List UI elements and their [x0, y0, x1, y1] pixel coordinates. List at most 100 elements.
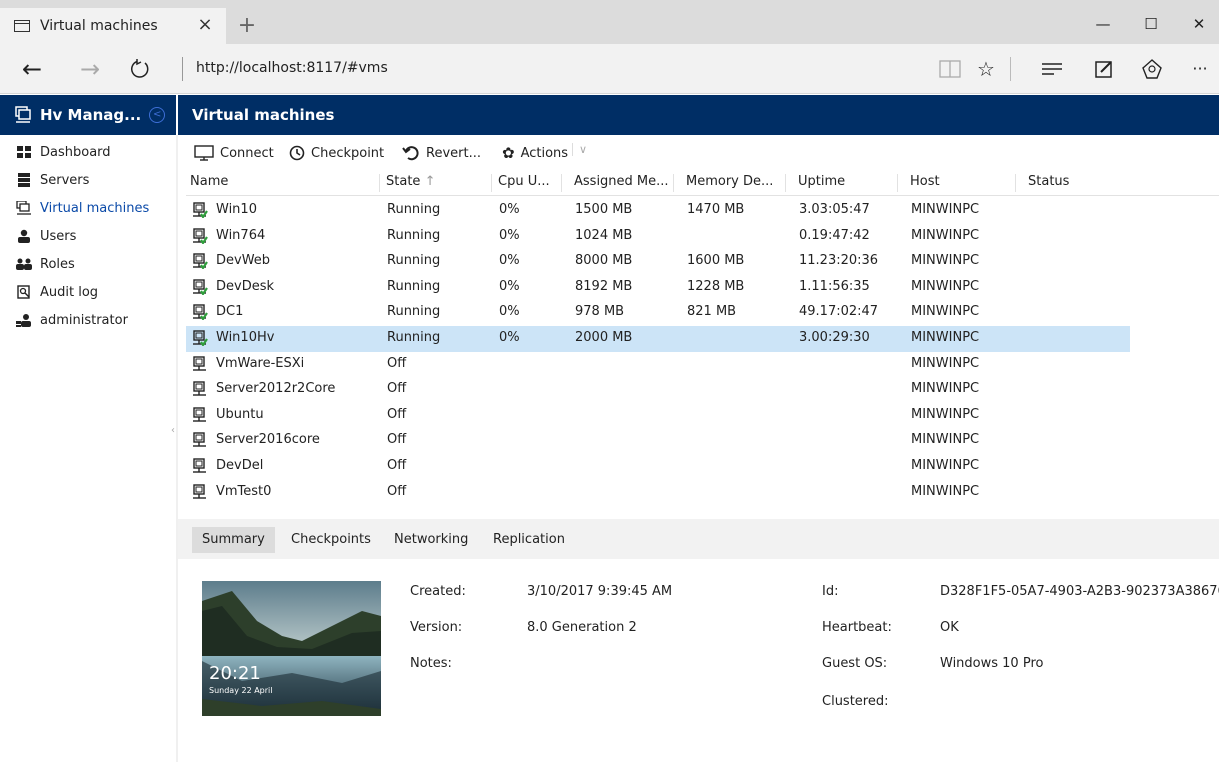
table-row[interactable]: Server2012r2Core Off MINWINPC — [186, 377, 1130, 403]
table-row[interactable]: DC1 Running 0% 978 MB 821 MB 49.17:02:47 MINWI… — [186, 300, 1130, 326]
page-title: Virtual machines — [192, 106, 335, 124]
share-icon[interactable] — [1138, 55, 1166, 83]
minimize-button[interactable]: — — [1088, 12, 1118, 36]
table-row[interactable]: Server2016core Off MINWINPC — [186, 428, 1130, 454]
sidebar-item-servers[interactable]: Servers — [16, 167, 176, 193]
vm-host: MINWINPC — [911, 458, 980, 473]
tab-checkpoints[interactable]: Checkpoints — [281, 527, 381, 553]
close-window-button[interactable]: ✕ — [1184, 12, 1214, 36]
tab-summary[interactable]: Summary — [192, 527, 275, 553]
detail-tab-bar: Summary Checkpoints Networking Replicati… — [178, 519, 1219, 559]
created-value: 3/10/2017 9:39:45 AM — [527, 584, 673, 599]
table-row[interactable]: Win10 Running 0% 1500 MB 1470 MB 3.03:05:47 MI… — [186, 198, 1130, 224]
tab-close-icon[interactable]: × — [194, 14, 216, 36]
vm-assigned-memory: 8192 MB — [575, 278, 633, 294]
sidebar-item-virtual-machines[interactable]: Virtual machines — [16, 195, 176, 221]
sidebar-item-dashboard[interactable]: Dashboard — [16, 139, 176, 165]
vm-state: Running — [387, 330, 441, 345]
sidebar-splitter[interactable] — [176, 135, 178, 762]
guest-os-label: Guest OS: — [822, 656, 888, 671]
clock-icon — [289, 145, 305, 161]
column-header-name[interactable]: Name — [190, 174, 380, 192]
maximize-button[interactable]: ☐ — [1136, 12, 1166, 36]
table-row[interactable]: Win764 Running 0% 1024 MB 0.19:47:42 MINWINPC — [186, 224, 1130, 250]
server-icon — [18, 173, 30, 187]
favorite-star-icon[interactable]: ☆ — [972, 55, 1000, 83]
table-row[interactable]: Ubuntu Off MINWINPC — [186, 403, 1130, 429]
admin-icon — [16, 314, 31, 327]
more-options-icon[interactable]: ··· — [1186, 55, 1214, 83]
column-header-status[interactable]: Status — [1028, 174, 1128, 192]
vm-host: MINWINPC — [911, 202, 980, 217]
checkpoint-button[interactable]: Checkpoint — [289, 143, 384, 163]
table-row[interactable]: DevWeb Running 0% 8000 MB 1600 MB 11.23:20:36… — [186, 249, 1130, 275]
vm-uptime: 3.03:05:47 — [799, 202, 870, 217]
table-row[interactable]: VmTest0 Off MINWINPC — [186, 480, 1130, 506]
revert-button[interactable]: Revert... — [402, 143, 481, 163]
column-header-host[interactable]: Host — [910, 174, 1016, 192]
web-note-icon[interactable] — [1090, 55, 1118, 83]
tab-networking[interactable]: Networking — [384, 527, 478, 553]
table-row[interactable]: Win10Hv Running 0% 2000 MB 3.00:29:30 MINWINP… — [186, 326, 1130, 352]
sidebar-item-roles[interactable]: Roles — [16, 251, 176, 277]
url-input[interactable]: http://localhost:8117/#vms — [196, 60, 388, 76]
table-row[interactable]: DevDel Off MINWINPC — [186, 454, 1130, 480]
sidebar-item-label: Dashboard — [40, 144, 111, 160]
vm-state: Off — [387, 483, 407, 499]
vm-host: MINWINPC — [911, 330, 980, 345]
tab-replication[interactable]: Replication — [483, 527, 575, 553]
app-header: Hv Manag... < — [0, 95, 176, 135]
vm-memory-demand: 1228 MB — [687, 278, 745, 294]
vm-icon — [16, 201, 31, 215]
revert-label: Revert... — [426, 145, 481, 161]
column-header-state[interactable]: State ↑ — [386, 174, 492, 192]
revert-icon — [402, 146, 419, 161]
vm-name: Server2016core — [216, 432, 320, 448]
vm-table-header: Name State ↑ Cpu U... Assigned Me... Mem… — [186, 170, 1219, 196]
sidebar-item-audit-log[interactable]: Audit log — [16, 279, 176, 305]
forward-arrow-icon[interactable]: → — [74, 54, 106, 84]
hub-icon[interactable] — [1038, 55, 1066, 83]
reading-view-icon[interactable] — [936, 55, 964, 83]
back-arrow-icon[interactable]: ← — [16, 54, 48, 84]
vm-off-icon — [193, 483, 206, 499]
vm-state: Running — [387, 227, 441, 243]
splitter-grip-icon[interactable]: ‹ — [171, 425, 175, 436]
vm-running-icon — [193, 253, 208, 270]
vm-host: MINWINPC — [911, 253, 980, 269]
vm-memory-demand: 821 MB — [687, 304, 737, 320]
vm-host: MINWINPC — [911, 355, 980, 371]
column-header-cpu[interactable]: Cpu U... — [498, 174, 562, 192]
heartbeat-value: OK — [940, 620, 959, 635]
column-header-memory-demand[interactable]: Memory De... — [686, 174, 786, 192]
vm-assigned-memory: 1500 MB — [575, 202, 633, 217]
browser-tab[interactable]: Virtual machines × — [0, 8, 226, 44]
sidebar-item-users[interactable]: Users — [16, 223, 176, 249]
table-row[interactable]: DevDesk Running 0% 8192 MB 1228 MB 1.11:56:35… — [186, 275, 1130, 301]
actions-button[interactable]: ✿ Actions — [502, 143, 568, 163]
browser-address-bar: ← → http://localhost:8117/#vms ☆ ··· — [0, 44, 1219, 94]
vm-state: Off — [387, 406, 407, 422]
vm-off-icon — [193, 381, 206, 396]
vm-host: MINWINPC — [911, 304, 980, 320]
vm-name: VmTest0 — [216, 483, 272, 499]
new-tab-icon[interactable]: + — [234, 14, 260, 40]
tab-title: Virtual machines — [40, 18, 158, 34]
connect-button[interactable]: Connect — [194, 143, 274, 163]
monitor-icon — [194, 145, 214, 161]
sidebar-item-administrator[interactable]: administrator — [16, 307, 176, 333]
actions-chevron-down-icon[interactable]: ∨ — [572, 143, 587, 156]
guest-os-value: Windows 10 Pro — [940, 656, 1044, 671]
vm-name: DC1 — [216, 304, 244, 320]
refresh-icon[interactable] — [124, 54, 156, 84]
table-row[interactable]: VmWare-ESXi Off MINWINPC — [186, 352, 1130, 378]
collapse-sidebar-icon[interactable]: < — [149, 107, 166, 123]
column-header-uptime[interactable]: Uptime — [798, 174, 898, 192]
vm-cpu-usage: 0% — [499, 227, 520, 243]
vm-state: Running — [387, 253, 441, 269]
sort-ascending-icon: ↑ — [424, 174, 436, 189]
vm-memory-demand: 1470 MB — [687, 202, 745, 217]
vm-running-icon — [193, 202, 208, 218]
user-icon — [18, 229, 30, 243]
column-header-assigned-memory[interactable]: Assigned Me... — [574, 174, 674, 192]
